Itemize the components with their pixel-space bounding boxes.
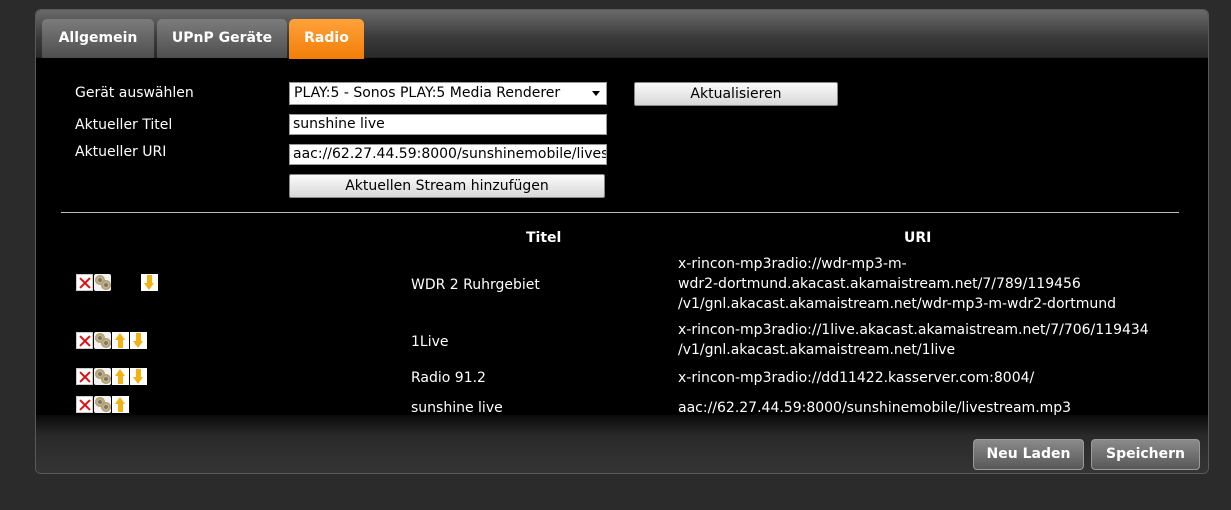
current-uri-label: Aktueller URI (75, 144, 167, 160)
tab-upnp-geraete[interactable]: UPnP Geräte (157, 19, 287, 58)
add-stream-button[interactable]: Aktuellen Stream hinzufügen (289, 174, 605, 198)
tab-bar: Allgemein UPnP Geräte Radio (36, 10, 1208, 59)
current-uri-field[interactable]: aac://62.27.44.59:8000/sunshinemobile/li… (289, 144, 607, 165)
reload-button[interactable]: Neu Laden (973, 439, 1084, 470)
row-actions (76, 332, 166, 350)
arrow-up-icon[interactable] (112, 396, 129, 413)
gear-icon[interactable] (94, 368, 111, 385)
current-title-label: Aktueller Titel (75, 117, 173, 133)
gear-icon[interactable] (94, 274, 111, 291)
arrow-up-icon[interactable] (112, 332, 129, 349)
save-button[interactable]: Speichern (1091, 439, 1200, 470)
current-title-field[interactable]: sunshine live (289, 114, 607, 135)
station-uri: x-rincon-mp3radio://dd11422.kasserver.co… (678, 368, 1034, 388)
gear-icon[interactable] (94, 332, 111, 349)
arrow-down-icon[interactable] (141, 274, 158, 291)
refresh-button[interactable]: Aktualisieren (634, 82, 838, 106)
row-actions (76, 368, 166, 386)
station-title: 1Live (411, 334, 449, 350)
column-header-title: Titel (526, 230, 562, 246)
uri-line: x-rincon-mp3radio://wdr-mp3-m- (678, 256, 907, 272)
settings-panel: Allgemein UPnP Geräte Radio Gerät auswäh… (35, 9, 1209, 474)
tab-radio[interactable]: Radio (289, 19, 364, 59)
chevron-down-icon (592, 91, 600, 96)
delete-icon[interactable] (76, 332, 93, 349)
device-select-value: PLAY:5 - Sonos PLAY:5 Media Renderer (294, 85, 561, 101)
tab-allgemein[interactable]: Allgemein (42, 19, 154, 58)
delete-icon[interactable] (76, 396, 93, 413)
station-uri: x-rincon-mp3radio://1live.akacast.akamai… (678, 320, 1149, 360)
column-header-uri: URI (904, 230, 932, 246)
station-title: WDR 2 Ruhrgebiet (411, 277, 540, 293)
delete-icon[interactable] (76, 368, 93, 385)
uri-line: x-rincon-mp3radio://1live.akacast.akamai… (678, 322, 1149, 338)
uri-line: x-rincon-mp3radio://dd11422.kasserver.co… (678, 370, 1035, 386)
arrow-down-icon[interactable] (130, 368, 147, 385)
device-label: Gerät auswählen (75, 85, 194, 101)
device-select[interactable]: PLAY:5 - Sonos PLAY:5 Media Renderer (289, 82, 607, 105)
delete-icon[interactable] (76, 274, 93, 291)
uri-line: wdr2-dortmund.akacast.akamaistream.net/7… (678, 276, 1081, 292)
station-title: Radio 91.2 (411, 370, 486, 386)
row-actions (76, 274, 166, 292)
row-actions (76, 396, 166, 414)
gear-icon[interactable] (94, 396, 111, 413)
uri-line: /v1/gnl.akacast.akamaistream.net/wdr-mp3… (678, 296, 1117, 312)
divider (61, 212, 1179, 213)
arrow-down-icon[interactable] (130, 332, 147, 349)
uri-line: /v1/gnl.akacast.akamaistream.net/1live (678, 342, 956, 358)
station-uri: x-rincon-mp3radio://wdr-mp3-m- wdr2-dort… (678, 254, 1116, 314)
arrow-up-icon[interactable] (112, 368, 129, 385)
